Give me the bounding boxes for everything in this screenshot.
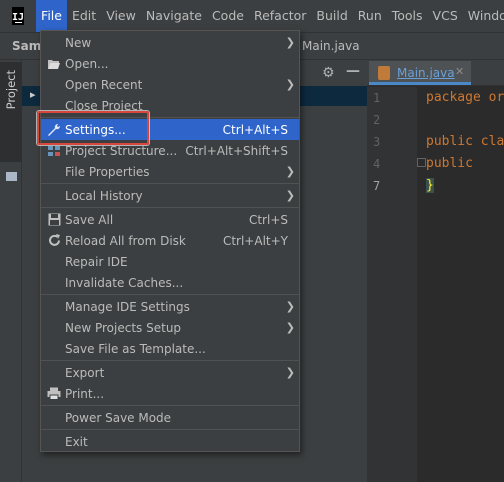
shortcut-label: Ctrl+Alt+Shift+S [185, 143, 288, 158]
menu-item-repair-ide[interactable]: Repair IDE [41, 251, 299, 272]
menu-item-label: Manage IDE Settings [65, 299, 190, 314]
menu-navigate[interactable]: Navigate [141, 0, 207, 32]
menu-item-export[interactable]: Export ❯ [41, 362, 299, 383]
menu-view[interactable]: View [101, 0, 141, 32]
breadcrumb-file[interactable]: Main.java [302, 39, 360, 53]
menu-item-save-all[interactable]: Save All Ctrl+S [41, 209, 299, 230]
close-tab-icon[interactable]: ✕ [455, 65, 464, 78]
folder-open-icon [46, 56, 62, 72]
minimize-icon[interactable]: — [346, 63, 360, 79]
shortcut-label: Ctrl+Alt+Y [222, 233, 288, 248]
menu-item-label: Open... [65, 56, 109, 71]
submenu-arrow-icon: ❯ [285, 321, 295, 334]
expand-arrow-icon[interactable]: ▸ [30, 88, 36, 101]
menu-item-file-properties[interactable]: File Properties ❯ [41, 161, 299, 182]
project-tool-label: Project [4, 70, 18, 110]
tool-window-stripe: Project [0, 60, 22, 482]
menu-separator [41, 429, 299, 430]
shortcut-label: Ctrl+Alt+S [222, 122, 288, 137]
menu-item-label: Open Recent [65, 77, 143, 92]
menu-item-reload-all[interactable]: Reload All from Disk Ctrl+Alt+Y [41, 230, 299, 251]
submenu-arrow-icon: ❯ [285, 189, 295, 202]
code-line[interactable]: } [426, 178, 434, 193]
menu-item-save-as-template[interactable]: Save File as Template... [41, 338, 299, 359]
submenu-arrow-icon: ❯ [285, 366, 295, 379]
line-number: 4 [373, 157, 381, 171]
menu-item-label: New Projects Setup [65, 320, 182, 335]
submenu-arrow-icon: ❯ [285, 36, 295, 49]
menu-edit[interactable]: Edit [67, 0, 101, 32]
menu-item-label: Save All [65, 212, 114, 227]
code-line[interactable]: public cla [426, 134, 504, 149]
menu-refactor[interactable]: Refactor [249, 0, 311, 32]
editor-tab-label[interactable]: Main.java [397, 66, 455, 80]
menu-item-open[interactable]: Open... [41, 53, 299, 74]
menu-item-label: Reload All from Disk [65, 233, 186, 248]
intellij-logo-icon: IJ [12, 7, 25, 25]
menu-item-manage-ide-settings[interactable]: Manage IDE Settings ❯ [41, 296, 299, 317]
menu-item-power-save-mode[interactable]: Power Save Mode [41, 407, 299, 428]
menu-vcs[interactable]: VCS [428, 0, 463, 32]
menu-separator [41, 405, 299, 406]
menu-item-label: New [65, 35, 92, 50]
menu-item-local-history[interactable]: Local History ❯ [41, 185, 299, 206]
project-tool-tab[interactable]: Project [0, 62, 22, 162]
shortcut-label: Ctrl+S [248, 212, 288, 227]
submenu-arrow-icon: ❯ [285, 300, 295, 313]
menu-item-label: Save File as Template... [65, 341, 206, 356]
menu-item-label: Invalidate Caches... [65, 275, 184, 290]
folder-icon[interactable] [6, 172, 17, 181]
menu-separator [41, 360, 299, 361]
menu-window[interactable]: Window [463, 0, 504, 32]
menu-item-open-recent[interactable]: Open Recent ❯ [41, 74, 299, 95]
gear-icon[interactable]: ⚙ [322, 65, 335, 81]
menu-tools[interactable]: Tools [387, 0, 428, 32]
line-number: 1 [373, 91, 381, 105]
fold-marker-icon[interactable] [417, 158, 426, 167]
menu-item-label: Repair IDE [65, 254, 128, 269]
printer-icon [46, 386, 62, 402]
line-number: 7 [373, 179, 381, 193]
menu-item-exit[interactable]: Exit [41, 431, 299, 452]
menu-build[interactable]: Build [311, 0, 352, 32]
menu-separator [41, 294, 299, 295]
submenu-arrow-icon: ❯ [285, 165, 295, 178]
menu-separator [41, 183, 299, 184]
menu-item-invalidate-caches[interactable]: Invalidate Caches... [41, 272, 299, 293]
menu-file[interactable]: File [36, 0, 67, 32]
refresh-icon [46, 233, 62, 249]
submenu-arrow-icon: ❯ [285, 78, 295, 91]
menubar: IJ File Edit View Navigate Code Refactor… [0, 0, 504, 32]
menu-item-label: Local History [65, 188, 143, 203]
menu-item-new[interactable]: New ❯ [41, 32, 299, 53]
code-line[interactable]: package or [426, 90, 504, 105]
line-number: 3 [373, 135, 381, 149]
file-menu-dropdown: New ❯ Open... Open Recent ❯ Close Projec… [40, 30, 300, 452]
menu-item-label: Export [65, 365, 105, 380]
java-file-icon [378, 66, 390, 80]
code-line[interactable]: public [426, 156, 473, 171]
menu-run[interactable]: Run [353, 0, 387, 32]
menu-separator [41, 207, 299, 208]
menu-item-label: File Properties [65, 164, 150, 179]
menu-code[interactable]: Code [207, 0, 249, 32]
menu-item-new-projects-setup[interactable]: New Projects Setup ❯ [41, 317, 299, 338]
menu-item-label: Power Save Mode [65, 410, 172, 425]
menu-item-label: Project Structure... [65, 143, 178, 158]
line-number: 2 [373, 113, 381, 127]
menu-item-label: Exit [65, 434, 88, 449]
highlight-annotation-box [37, 111, 149, 145]
menu-item-label: Print... [65, 386, 105, 401]
menu-item-print[interactable]: Print... [41, 383, 299, 404]
save-icon [46, 212, 62, 228]
